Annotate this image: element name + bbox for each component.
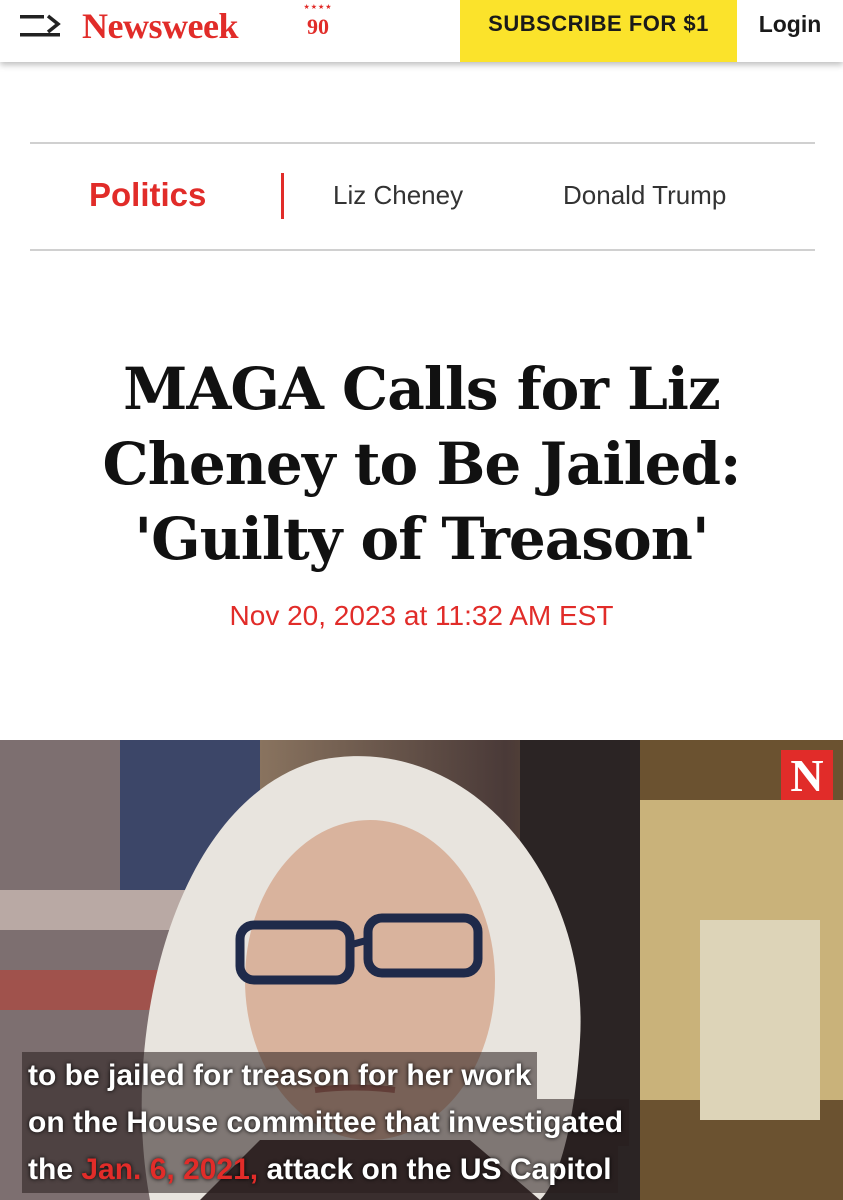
divider-bottom [30, 249, 815, 251]
divider-top [30, 142, 815, 144]
menu-icon[interactable] [20, 13, 64, 39]
caption-line-1: to be jailed for treason for her work [22, 1052, 538, 1099]
newsweek-logo[interactable]: Newsweek [82, 5, 238, 47]
login-button[interactable]: Login [737, 0, 843, 62]
tag-donald-trump[interactable]: Donald Trump [563, 180, 726, 211]
newsweek-n-badge: N [781, 750, 833, 801]
tag-liz-cheney[interactable]: Liz Cheney [333, 180, 463, 211]
caption-line-2: on the House committee that investigated [22, 1099, 630, 1146]
site-header: Newsweek ★★★★ 90 SUBSCRIBE FOR $1 Login [0, 0, 843, 62]
tag-divider [281, 173, 284, 219]
caption-highlight: Jan. 6, 2021, [81, 1153, 259, 1186]
article-headline: MAGA Calls for Liz Cheney to Be Jailed: … [102, 355, 742, 573]
tag-politics[interactable]: Politics [89, 176, 206, 214]
caption-text: attack on the US Capitol [266, 1153, 612, 1186]
anniversary-badge: 90 [307, 14, 329, 39]
article-dateline: Nov 20, 2023 at 11:32 AM EST [229, 600, 614, 631]
caption-text: the [28, 1153, 73, 1186]
caption-line-3: the Jan. 6, 2021, attack on the US Capit… [22, 1146, 618, 1193]
video-caption: to be jailed for treason for her work on… [22, 1052, 630, 1193]
subscribe-button[interactable]: SUBSCRIBE FOR $1 [460, 0, 737, 62]
